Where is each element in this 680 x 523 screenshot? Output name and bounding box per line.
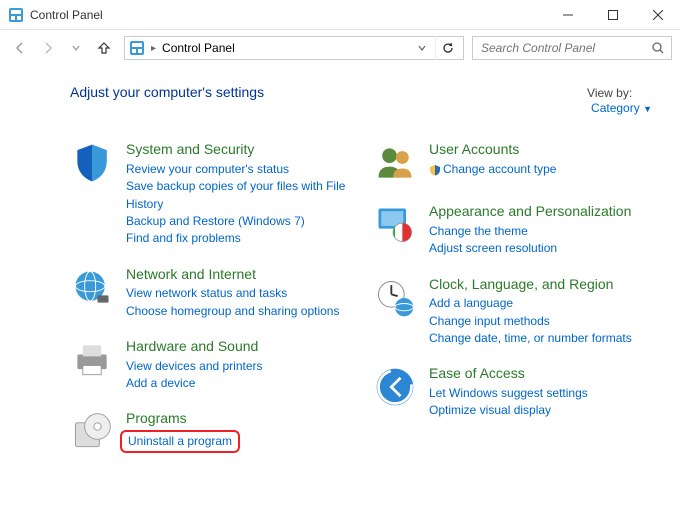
category-clock-language: Clock, Language, and Region Add a langua…	[373, 276, 652, 348]
link-screen-resolution[interactable]: Adjust screen resolution	[429, 240, 557, 257]
link-suggest-settings[interactable]: Let Windows suggest settings	[429, 385, 588, 402]
category-title[interactable]: Network and Internet	[126, 266, 339, 284]
refresh-button[interactable]	[435, 36, 459, 60]
address-bar[interactable]: ▸ Control Panel	[124, 36, 464, 60]
people-icon	[373, 141, 417, 185]
category-title[interactable]: Appearance and Personalization	[429, 203, 631, 221]
link-backup-restore[interactable]: Backup and Restore (Windows 7)	[126, 213, 305, 230]
right-column: User Accounts Change account type Appear…	[373, 141, 652, 472]
category-programs: Programs Uninstall a program	[70, 410, 349, 454]
link-review-status[interactable]: Review your computer's status	[126, 161, 289, 178]
category-appearance: Appearance and Personalization Change th…	[373, 203, 652, 257]
link-network-status[interactable]: View network status and tasks	[126, 285, 287, 302]
globe-network-icon	[70, 266, 114, 310]
control-panel-icon	[8, 7, 24, 23]
link-find-fix[interactable]: Find and fix problems	[126, 230, 241, 247]
category-ease-of-access: Ease of Access Let Windows suggest setti…	[373, 365, 652, 419]
recent-dropdown-icon[interactable]	[64, 36, 88, 60]
address-bar-icon	[129, 40, 145, 56]
address-dropdown-icon[interactable]	[415, 43, 429, 53]
category-title[interactable]: User Accounts	[429, 141, 556, 159]
link-date-time-formats[interactable]: Change date, time, or number formats	[429, 330, 632, 347]
close-button[interactable]	[635, 0, 680, 29]
category-network: Network and Internet View network status…	[70, 266, 349, 320]
shield-icon	[70, 141, 114, 185]
category-title[interactable]: Hardware and Sound	[126, 338, 263, 356]
category-title[interactable]: Clock, Language, and Region	[429, 276, 632, 294]
category-system-security: System and Security Review your computer…	[70, 141, 349, 247]
forward-button[interactable]	[36, 36, 60, 60]
link-uninstall-program[interactable]: Uninstall a program	[120, 430, 240, 453]
category-user-accounts: User Accounts Change account type	[373, 141, 652, 185]
link-file-history[interactable]: Save backup copies of your files with Fi…	[126, 178, 349, 213]
link-change-theme[interactable]: Change the theme	[429, 223, 528, 240]
nav-bar: ▸ Control Panel	[0, 30, 680, 66]
link-input-methods[interactable]: Change input methods	[429, 313, 550, 330]
content-area: Adjust your computer's settings View by:…	[0, 66, 680, 482]
minimize-button[interactable]	[545, 0, 590, 29]
window-title: Control Panel	[30, 8, 545, 22]
uac-shield-icon	[429, 164, 441, 176]
left-column: System and Security Review your computer…	[70, 141, 349, 472]
link-optimize-display[interactable]: Optimize visual display	[429, 402, 551, 419]
address-path: Control Panel	[162, 41, 409, 55]
search-input[interactable]	[479, 40, 651, 56]
page-heading: Adjust your computer's settings	[70, 84, 264, 100]
link-homegroup[interactable]: Choose homegroup and sharing options	[126, 303, 339, 320]
search-icon[interactable]	[651, 41, 665, 55]
printer-icon	[70, 338, 114, 382]
link-add-language[interactable]: Add a language	[429, 295, 513, 312]
title-bar: Control Panel	[0, 0, 680, 30]
category-title[interactable]: Programs	[126, 410, 240, 428]
back-button[interactable]	[8, 36, 32, 60]
chevron-right-icon: ▸	[151, 43, 156, 54]
category-title[interactable]: System and Security	[126, 141, 349, 159]
category-title[interactable]: Ease of Access	[429, 365, 588, 383]
view-by-dropdown[interactable]: Category ▼	[591, 100, 652, 117]
ease-of-access-icon	[373, 365, 417, 409]
maximize-button[interactable]	[590, 0, 635, 29]
chevron-down-icon: ▼	[643, 104, 652, 114]
view-by: View by: Category ▼	[587, 86, 652, 117]
window-controls	[545, 0, 680, 29]
link-add-device[interactable]: Add a device	[126, 375, 195, 392]
content-header: Adjust your computer's settings View by:…	[70, 84, 652, 117]
disc-box-icon	[70, 410, 114, 454]
category-hardware: Hardware and Sound View devices and prin…	[70, 338, 349, 392]
link-change-account[interactable]: Change account type	[429, 161, 556, 178]
view-by-label: View by:	[587, 86, 632, 100]
search-box[interactable]	[472, 36, 672, 60]
link-devices-printers[interactable]: View devices and printers	[126, 358, 263, 375]
up-button[interactable]	[92, 36, 116, 60]
monitor-paint-icon	[373, 203, 417, 247]
clock-globe-icon	[373, 276, 417, 320]
